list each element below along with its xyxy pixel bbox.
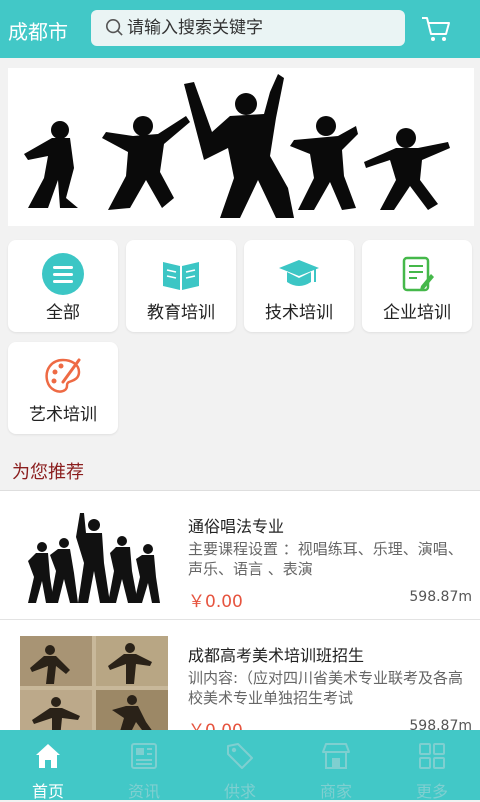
graduation-cap-icon xyxy=(279,260,319,286)
category-technical[interactable]: 技术培训 xyxy=(244,240,354,332)
tab-label: 商家 xyxy=(319,782,352,801)
city-selector[interactable]: 成都市 xyxy=(8,16,68,45)
category-label: 全部 xyxy=(46,303,80,323)
top-bar: 成都市 xyxy=(0,0,480,58)
tab-news[interactable]: 资讯 xyxy=(96,730,192,801)
tab-label: 首页 xyxy=(31,782,64,801)
home-icon xyxy=(36,744,60,768)
section-title-recommend: 为您推荐 xyxy=(12,462,84,483)
item-distance: 598.87m xyxy=(409,589,472,605)
search-box[interactable] xyxy=(91,10,405,46)
tab-merchants[interactable]: 商家 xyxy=(288,730,384,801)
palette-icon xyxy=(45,358,81,393)
category-label: 技术培训 xyxy=(265,303,333,323)
item-description: 训内容:（应对四川省美术专业联考及各高校美术专业单独招生考试 xyxy=(188,669,464,707)
search-input[interactable] xyxy=(127,16,397,40)
dancers-silhouette xyxy=(24,74,450,218)
category-label: 艺术培训 xyxy=(29,405,97,425)
category-enterprise[interactable]: 企业培训 xyxy=(362,240,472,332)
bottom-tab-bar: 首页 资讯 供求 商家 更多 xyxy=(0,730,480,801)
notepad-icon xyxy=(402,256,434,292)
search-icon xyxy=(105,18,123,36)
item-title: 成都高考美术培训班招生 xyxy=(188,646,365,665)
category-label: 教育培训 xyxy=(147,303,215,323)
book-icon xyxy=(163,262,199,290)
tab-label: 更多 xyxy=(415,782,448,801)
item-title: 通俗唱法专业 xyxy=(188,517,285,536)
category-art[interactable]: 艺术培训 xyxy=(8,342,118,434)
tab-more[interactable]: 更多 xyxy=(384,730,480,801)
category-label: 企业培训 xyxy=(383,303,451,323)
item-description: 主要课程设置 ：视唱练耳、乐理、演唱、声乐、语言 、表演 xyxy=(188,540,463,578)
tab-supply-demand[interactable]: 供求 xyxy=(192,730,288,801)
list-item[interactable]: 通俗唱法专业 主要课程设置 ：视唱练耳、乐理、演唱、声乐、语言 、表演 ￥0.0… xyxy=(0,491,480,620)
store-icon xyxy=(322,743,350,769)
item-thumbnail xyxy=(20,636,168,740)
tab-home[interactable]: 首页 xyxy=(0,730,96,801)
category-all[interactable]: 全部 xyxy=(8,240,118,332)
item-thumbnail xyxy=(20,507,168,611)
cart-icon[interactable] xyxy=(420,14,452,44)
banner-image[interactable] xyxy=(8,68,474,226)
tab-label: 资讯 xyxy=(127,782,160,801)
news-icon xyxy=(131,743,157,769)
tag-icon xyxy=(227,743,253,769)
tab-label: 供求 xyxy=(223,782,256,801)
item-price: ￥0.00 xyxy=(188,592,243,612)
grid-icon xyxy=(419,743,445,769)
menu-icon xyxy=(42,253,84,295)
category-education[interactable]: 教育培训 xyxy=(126,240,236,332)
